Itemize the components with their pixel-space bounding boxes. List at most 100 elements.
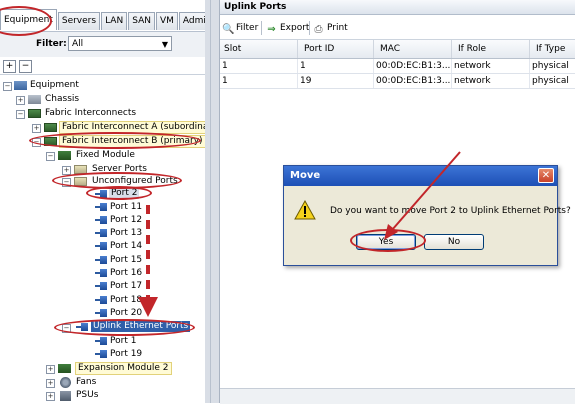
- panel-title: Uplink Ports: [220, 0, 575, 15]
- tree-label: Fabric Interconnect A (subordinate: [59, 121, 221, 134]
- tree-label: Fans: [76, 377, 97, 387]
- export-arrow-icon: ⇒: [267, 24, 276, 35]
- cell-if-type: physical: [532, 61, 569, 71]
- port-icon: [95, 350, 107, 358]
- expand-icon[interactable]: +: [16, 96, 25, 105]
- collapse-icon[interactable]: −: [62, 178, 71, 187]
- cell-port-id: 19: [298, 74, 374, 88]
- column-header-mac[interactable]: MAC: [374, 40, 452, 58]
- splitter-grip: [210, 0, 211, 403]
- column-header-if-type[interactable]: If Type: [530, 40, 575, 58]
- filter-label: Filter:: [36, 39, 67, 49]
- collapse-icon[interactable]: −: [46, 152, 55, 161]
- cell-if-role: network: [452, 74, 530, 88]
- folder-icon: [74, 165, 87, 174]
- chevron-down-icon: ▼: [161, 40, 168, 49]
- power-supply-icon: [60, 391, 71, 401]
- printer-icon: ⎙: [314, 24, 323, 35]
- port-icon: [95, 269, 107, 277]
- magnifier-icon: 🔍: [222, 24, 235, 35]
- expand-icon[interactable]: +: [46, 392, 55, 401]
- collapse-icon[interactable]: −: [62, 324, 71, 333]
- port-icon: [95, 337, 107, 345]
- collapse-icon[interactable]: −: [32, 138, 41, 147]
- tree-toolbar: + −: [0, 58, 205, 75]
- nav-tabs: Equipment Servers LAN SAN VM Admin: [0, 9, 216, 30]
- tree-label: Expansion Module 2: [75, 362, 172, 375]
- export-button-label: Export: [280, 23, 310, 33]
- tab-san[interactable]: SAN: [128, 12, 155, 30]
- chassis-icon: [28, 95, 41, 104]
- fan-icon: [60, 377, 71, 388]
- table-row[interactable]: 1 19 00:0D:EC:B1:3... network physical: [220, 74, 575, 89]
- expand-icon[interactable]: +: [32, 124, 41, 133]
- toolbar-divider: [261, 21, 262, 35]
- tree-label: Port 1: [110, 336, 137, 346]
- collapse-icon[interactable]: −: [16, 110, 25, 119]
- column-header-if-role[interactable]: If Role: [452, 40, 530, 58]
- filter-value: All: [72, 39, 84, 49]
- folder-icon: [74, 177, 87, 186]
- filter-button[interactable]: 🔍 Filter: [222, 21, 258, 35]
- tree-label: PSUs: [76, 390, 99, 400]
- port-icon: [95, 242, 107, 250]
- fabric-interconnect-icon: [44, 123, 57, 132]
- module-icon: [58, 151, 71, 160]
- horizontal-scrollbar[interactable]: [220, 388, 575, 404]
- filter-button-label: Filter: [236, 23, 259, 33]
- close-icon[interactable]: ✕: [538, 168, 554, 183]
- table-header: Slot Port ID MAC If Role If Type: [220, 40, 575, 59]
- annotation-arrow: [138, 205, 158, 317]
- column-header-slot[interactable]: Slot: [220, 40, 298, 58]
- tree-label: Uplink Ethernet Ports: [91, 321, 191, 332]
- port-icon: [95, 309, 107, 317]
- port-icon: [95, 190, 107, 198]
- tree-label: Chassis: [45, 94, 80, 104]
- export-button[interactable]: ⇒ Export: [266, 21, 309, 35]
- annotation-arrow: [384, 151, 461, 240]
- tree-label: Fabric Interconnect B (primary): [59, 135, 206, 148]
- tab-equipment[interactable]: Equipment: [0, 9, 57, 30]
- collapse-all-button[interactable]: −: [19, 60, 32, 73]
- tree-label: Port 19: [110, 349, 143, 359]
- fabric-interconnect-icon: [28, 109, 41, 118]
- navigation-panel: Equipment Servers LAN SAN VM Admin Filte…: [0, 0, 221, 403]
- tree-label: Equipment: [30, 80, 79, 90]
- tab-vm[interactable]: VM: [155, 12, 178, 30]
- port-icon: [76, 323, 88, 331]
- expand-icon[interactable]: +: [46, 379, 55, 388]
- tree-label: Fixed Module: [76, 150, 135, 160]
- warning-icon: [294, 200, 316, 220]
- filter-dropdown[interactable]: All ▼: [68, 36, 172, 51]
- print-button[interactable]: ⎙ Print: [313, 21, 348, 35]
- expand-icon[interactable]: +: [46, 365, 55, 374]
- tree-label: Fabric Interconnects: [45, 108, 137, 118]
- table-toolbar: 🔍 Filter ⇒ Export ⎙ Print: [220, 17, 575, 40]
- tree-label: Unconfigured Ports: [92, 176, 178, 186]
- cell-if-type: physical: [532, 76, 569, 86]
- expand-all-button[interactable]: +: [3, 60, 16, 73]
- cell-slot: 1: [220, 59, 298, 73]
- print-button-label: Print: [327, 23, 348, 33]
- tab-servers[interactable]: Servers: [57, 12, 101, 30]
- port-icon: [95, 203, 107, 211]
- port-icon: [95, 216, 107, 224]
- tab-lan[interactable]: LAN: [101, 12, 128, 30]
- fabric-interconnect-icon: [44, 137, 57, 146]
- cell-slot: 1: [220, 74, 298, 88]
- cell-if-role: network: [452, 59, 530, 73]
- port-icon: [95, 256, 107, 264]
- filter-bar: Filter: All ▼: [0, 31, 205, 57]
- tree-label: Port 2: [109, 188, 140, 199]
- table-row[interactable]: 1 1 00:0D:EC:B1:3... network physical: [220, 59, 575, 74]
- cell-mac: 00:0D:EC:B1:3...: [376, 74, 452, 88]
- cell-port-id: 1: [298, 59, 374, 73]
- port-icon: [95, 282, 107, 290]
- cell-mac: 00:0D:EC:B1:3...: [376, 59, 452, 73]
- collapse-icon[interactable]: −: [3, 82, 12, 91]
- column-header-port-id[interactable]: Port ID: [298, 40, 374, 58]
- expand-icon[interactable]: +: [62, 166, 71, 175]
- toolbar-divider: [309, 21, 310, 35]
- panel-splitter[interactable]: [205, 0, 220, 403]
- port-icon: [95, 296, 107, 304]
